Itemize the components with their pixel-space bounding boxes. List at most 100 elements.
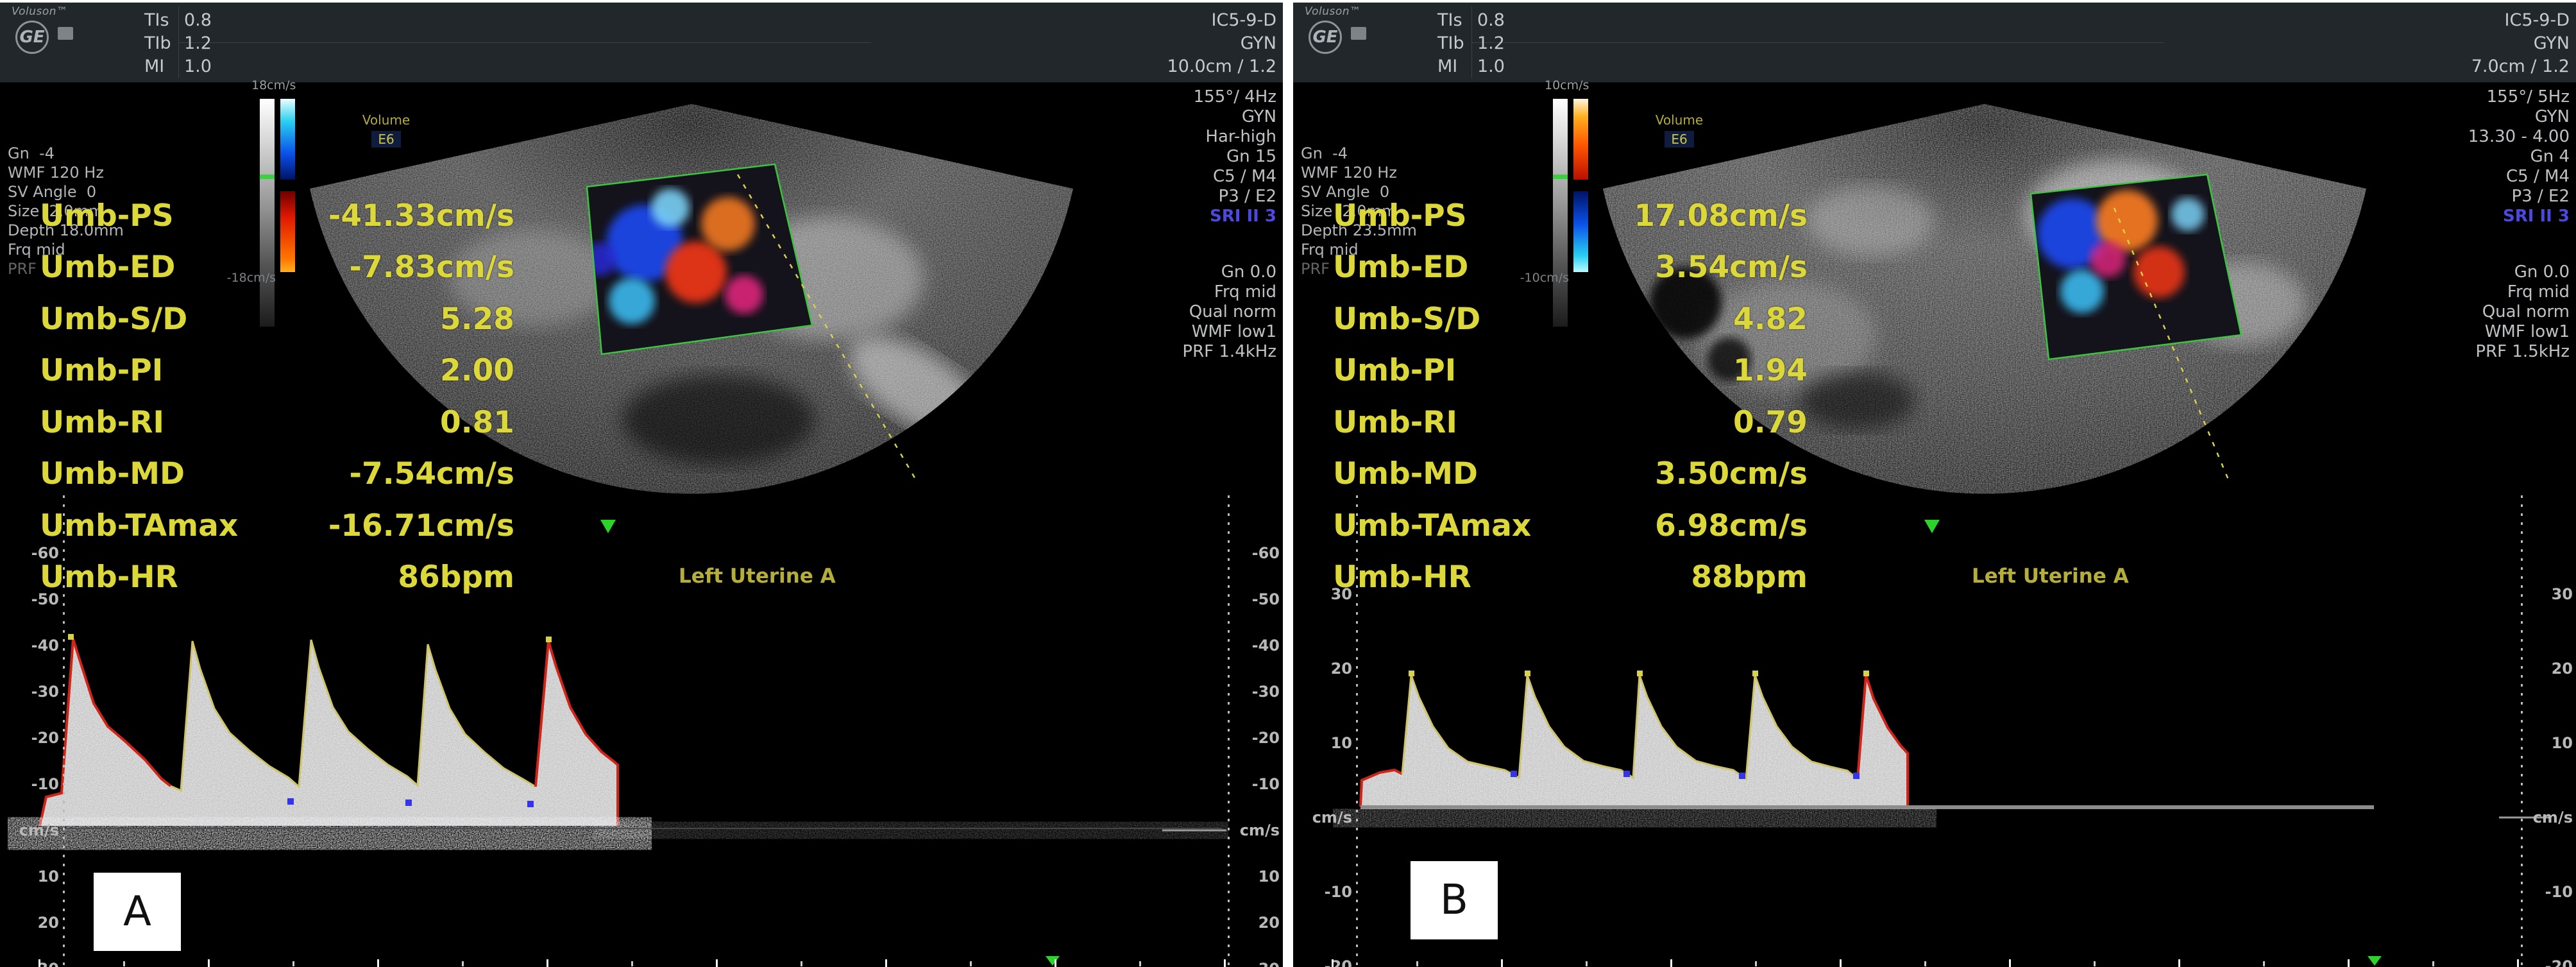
measurement-row: Umb-PI 2.00: [40, 345, 514, 397]
axis-tick-label: cm/s: [1233, 821, 1280, 839]
ti-value: 1.0: [184, 56, 212, 76]
axis-tick-label: -40: [13, 637, 59, 655]
measurement-value: 0.79: [1733, 405, 1808, 440]
time-axis-major-ticks: [38, 959, 1244, 967]
measurement-label: Umb-MD: [1333, 456, 1478, 492]
measurement-row: Umb-TAmax 6.98cm/s: [1333, 500, 1808, 552]
measurement-value: -41.33cm/s: [328, 198, 514, 234]
ti-label: TIb: [1437, 32, 1477, 55]
velocity-axis-right: 302010cm/s-10-20: [2527, 3, 2573, 967]
ti-label: TIb: [144, 32, 184, 55]
axis-tick-label: 30: [2527, 585, 2573, 603]
axis-tick-label: -10: [2527, 883, 2573, 901]
measurement-label: Umb-S/D: [1333, 302, 1480, 337]
measurement-value: -16.71cm/s: [328, 508, 514, 543]
measurement-results: Umb-PS -41.33cm/s Umb-ED -7.83cm/s Umb-S…: [40, 190, 514, 603]
ti-row: MI1.0: [144, 55, 221, 78]
measurement-label: Umb-HR: [40, 560, 178, 595]
volume-label: Volume: [1650, 112, 1709, 128]
panel-a: Voluson™ GE TIs0.8 TIb1.2 MI1.0 IC5-9-D …: [0, 3, 1283, 967]
measurement-label: Umb-TAmax: [1333, 508, 1531, 543]
figure-label: A: [123, 888, 151, 936]
measurement-label: Umb-PS: [40, 198, 174, 234]
axis-tick-label: -60: [1233, 544, 1280, 562]
measurement-row: Umb-MD 3.50cm/s: [1333, 449, 1808, 501]
axis-tick-label: cm/s: [13, 821, 59, 839]
axis-tick-label: 20: [13, 914, 59, 932]
axis-ruler-right: [2521, 495, 2523, 967]
axis-tick-label: 30: [1306, 585, 1352, 603]
measurement-row: Umb-TAmax -16.71cm/s: [40, 500, 514, 552]
measurement-row: Umb-RI 0.81: [40, 397, 514, 449]
axis-tick-label: 10: [1306, 734, 1352, 752]
figure-label-box: A: [94, 873, 181, 951]
axis-tick-label: 20: [1233, 914, 1280, 932]
measurement-row: Umb-ED -7.83cm/s: [40, 242, 514, 294]
ti-row: MI1.0: [1437, 55, 1514, 78]
logo-chip-icon: [58, 27, 73, 40]
measurement-value: 6.98cm/s: [1655, 508, 1808, 543]
ti-value: 1.2: [184, 33, 212, 53]
header-bar-b: Voluson™ GE TIs0.8 TIb1.2 MI1.0 IC5-9-D …: [1293, 3, 2576, 83]
measurement-label: Umb-ED: [1333, 250, 1468, 285]
axis-tick-label: 10: [1233, 868, 1280, 886]
volume-value: E6: [371, 131, 400, 148]
logo-chip-icon: [1351, 27, 1366, 40]
figure-label: B: [1440, 877, 1468, 924]
axis-tick-label: -30: [13, 683, 59, 701]
figure-label-box: B: [1411, 861, 1498, 939]
panel-b: Voluson™ GE TIs0.8 TIb1.2 MI1.0 IC5-9-D …: [1293, 3, 2576, 967]
grayscale-marker: [1553, 175, 1568, 179]
thermal-index-block: TIs0.8 TIb1.2 MI1.0: [1437, 9, 1514, 78]
ti-row: TIb1.2: [1437, 32, 1514, 55]
ti-value: 0.8: [1477, 10, 1505, 30]
ti-value: 0.8: [184, 10, 212, 30]
ti-row: TIs0.8: [144, 9, 221, 32]
colorbar-top-label: 18cm/s: [251, 78, 322, 92]
measurement-value: 17.08cm/s: [1634, 198, 1808, 234]
annotation-text: Left Uterine A: [1972, 565, 2129, 588]
axis-tick-label: cm/s: [2527, 809, 2573, 826]
ti-label: TIs: [1437, 9, 1477, 32]
axis-tick-label: 10: [13, 868, 59, 886]
ti-value: 1.0: [1477, 56, 1505, 76]
measurement-row: Umb-S/D 4.82: [1333, 293, 1808, 345]
measurement-row: Umb-ED 3.54cm/s: [1333, 242, 1808, 294]
measurement-value: -7.54cm/s: [350, 456, 514, 492]
colorbar-upper: [1573, 99, 1588, 180]
measurement-row: Umb-S/D 5.28: [40, 293, 514, 345]
annotation-text: Left Uterine A: [679, 565, 836, 588]
measurement-row: Umb-MD -7.54cm/s: [40, 449, 514, 501]
measurement-value: 5.28: [440, 302, 514, 337]
measurement-value: 86bpm: [398, 560, 514, 595]
ti-label: TIs: [144, 9, 184, 32]
velocity-axis-left: 302010cm/s-10-20: [1306, 3, 1352, 967]
measurement-value: -7.83cm/s: [350, 250, 514, 285]
measurement-results: Umb-PS 17.08cm/s Umb-ED 3.54cm/s Umb-S/D…: [1333, 190, 1808, 603]
measurement-label: Umb-MD: [40, 456, 185, 492]
measurement-value: 3.50cm/s: [1655, 456, 1808, 492]
volume-indicator: Volume E6: [357, 112, 416, 148]
measurement-value: 3.54cm/s: [1655, 250, 1808, 285]
measurement-row: Umb-HR 86bpm: [40, 552, 514, 604]
volume-indicator: Volume E6: [1650, 112, 1709, 148]
measurement-label: Umb-S/D: [40, 302, 187, 337]
ti-label: MI: [144, 55, 184, 78]
measurement-value: 2.00: [440, 353, 514, 388]
axis-tick-label: -50: [1233, 590, 1280, 608]
colorbar-top-label: 10cm/s: [1545, 78, 1615, 92]
axis-ruler-left: [1356, 495, 1358, 967]
axis-tick-label: -10: [13, 775, 59, 793]
axis-tick-label: -60: [13, 544, 59, 562]
measurement-value: 1.94: [1733, 353, 1808, 388]
ti-value: 1.2: [1477, 33, 1505, 53]
time-axis-major-ticks: [1332, 959, 2538, 967]
axis-ruler-left: [63, 495, 65, 967]
volume-value: E6: [1665, 131, 1693, 148]
header-bar-a: Voluson™ GE TIs0.8 TIb1.2 MI1.0 IC5-9-D …: [0, 3, 1283, 83]
volume-label: Volume: [357, 112, 416, 128]
measurement-label: Umb-TAmax: [40, 508, 238, 543]
measurement-row: Umb-RI 0.79: [1333, 397, 1808, 449]
ti-row: TIb1.2: [144, 32, 221, 55]
measurement-label: Umb-ED: [40, 250, 175, 285]
